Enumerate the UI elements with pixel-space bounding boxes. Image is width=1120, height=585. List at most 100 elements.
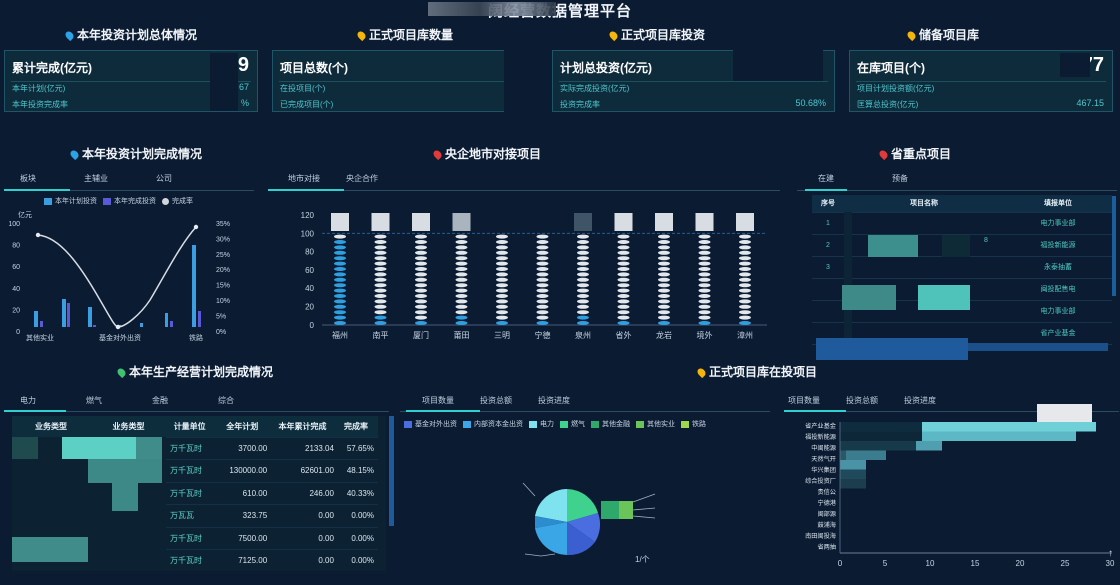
tab-company[interactable]: 公司 (156, 173, 172, 184)
table-row[interactable]: 万千瓦时 7125.00 0.00 0.00% (166, 549, 378, 571)
bar-head[interactable] (331, 213, 349, 231)
bar[interactable] (840, 431, 922, 442)
y-tick: 20 (305, 303, 314, 312)
horizontal-scrollbar[interactable] (968, 343, 1108, 351)
table-row[interactable]: 万千瓦时 3700.00 2133.04 57.65% (166, 437, 378, 460)
bar-head[interactable] (695, 213, 714, 231)
bar[interactable] (846, 450, 886, 461)
tab-power[interactable]: 电力 (20, 395, 36, 406)
bar[interactable] (840, 441, 916, 451)
bar-segment (577, 321, 589, 325)
bar[interactable] (922, 422, 1096, 432)
bar[interactable] (922, 431, 1076, 442)
pie-slice-outlier[interactable] (601, 501, 619, 519)
bar[interactable] (840, 460, 866, 470)
bar-segment (617, 315, 630, 320)
table-cell: 万千瓦时 (166, 437, 218, 460)
kpi-card-formal-count[interactable]: 项目总数(个) 2 在投项目(个) 已完成项目(个) 81 (272, 50, 538, 112)
bar-segment (415, 250, 427, 255)
bar-head[interactable] (371, 213, 390, 231)
pie-slice-outlier[interactable] (619, 501, 633, 519)
kpi-card-reserve[interactable]: 在库项目(个) 77 项目计划投资额(亿元) 匡算总投资(亿元) 467.15 (849, 50, 1113, 112)
bar-segment (698, 240, 711, 244)
bar[interactable] (840, 450, 846, 461)
bar-segment (334, 272, 346, 277)
location-pin-icon (355, 30, 368, 42)
kpi-sub-value: 467.15 (1076, 98, 1104, 108)
bar-segment (415, 304, 427, 309)
redacted-cell (12, 537, 88, 562)
bar[interactable] (40, 321, 43, 327)
redacted-bar (816, 338, 968, 360)
bar[interactable] (34, 311, 38, 327)
vertical-scrollbar[interactable] (1112, 196, 1116, 296)
kpi-card-annual[interactable]: 累计完成(亿元) 9 本年计划(亿元) 67 本年投资完成率 % (4, 50, 258, 112)
tab-underline (268, 190, 780, 191)
x-tick: 铁路 (189, 333, 203, 342)
table-row[interactable]: 万千瓦时 610.00 246.00 40.33% (166, 482, 378, 505)
tab-investment-progress[interactable]: 投资进度 (538, 395, 570, 406)
tab-central-soe[interactable]: 央企合作 (346, 173, 378, 184)
bar-segment (739, 234, 751, 239)
bar-head[interactable] (452, 213, 471, 231)
tab-sector[interactable]: 板块 (20, 173, 36, 184)
bar-head[interactable] (412, 213, 430, 231)
tab-preparing[interactable]: 预备 (892, 173, 908, 184)
table-row[interactable]: 3 永泰抽蓄 (812, 256, 1112, 279)
tab-project-count[interactable]: 项目数量 (422, 395, 454, 406)
bar[interactable] (198, 311, 201, 327)
legend-label: 内部资本金出资 (474, 421, 523, 428)
tab-finance[interactable]: 金融 (152, 395, 168, 406)
bar[interactable] (140, 323, 143, 327)
bar-segment (739, 294, 751, 298)
tab-gas[interactable]: 燃气 (86, 395, 102, 406)
legend-swatch (463, 420, 471, 428)
table-cell: 万瓦瓦 (166, 504, 218, 528)
bar[interactable] (840, 479, 866, 489)
table-row[interactable]: 万瓦瓦 323.75 0.00 0.00% (166, 504, 378, 528)
bar[interactable] (916, 441, 942, 451)
bar[interactable] (170, 321, 173, 327)
bar-segment (577, 234, 589, 239)
bar[interactable] (62, 299, 66, 327)
table-cell: 0.00 (271, 549, 338, 571)
tab-investment-progress[interactable]: 投资进度 (904, 395, 936, 406)
table-cell: 3700.00 (217, 437, 272, 460)
bar-segment (739, 240, 751, 244)
vertical-scrollbar[interactable] (389, 416, 394, 526)
bar-segment (496, 245, 508, 250)
kpi-card-formal-invest[interactable]: 计划总投资(亿元) 实际完成投资(亿元) 投资完成率 50.68% (552, 41, 835, 112)
bar-head[interactable] (736, 213, 754, 231)
table-cell: 7125.00 (217, 549, 272, 571)
bar[interactable] (840, 469, 866, 480)
bar[interactable] (67, 303, 70, 327)
redacted-cell (88, 459, 162, 483)
table-row[interactable]: 1 电力事业部 (812, 212, 1112, 235)
bar-segment (617, 310, 630, 315)
table-row[interactable]: 万千瓦时 130000.00 62601.00 48.15% (166, 459, 378, 483)
tab-investment-total[interactable]: 投资总额 (846, 395, 878, 406)
bar-head[interactable] (655, 213, 673, 231)
legend-swatch (404, 420, 412, 428)
tab-under-construction[interactable]: 在建 (818, 173, 834, 184)
bar-segment (658, 294, 670, 298)
bar[interactable] (192, 245, 196, 327)
bar[interactable] (93, 325, 96, 327)
table-row[interactable]: 万千瓦时 7500.00 0.00 0.00% (166, 527, 378, 550)
tab-project-count[interactable]: 项目数量 (788, 395, 820, 406)
tab-main-aux[interactable]: 主辅业 (84, 173, 108, 184)
bar[interactable] (88, 307, 92, 327)
y-tick: 闽部源 (817, 510, 836, 518)
x-tick: 厦门 (413, 330, 429, 340)
bar-segment (374, 294, 387, 298)
tab-investment-total[interactable]: 投资总额 (480, 395, 512, 406)
tab-city[interactable]: 地市对接 (288, 173, 320, 184)
location-pin-icon (63, 30, 76, 42)
table-cell: 323.75 (217, 504, 272, 528)
bar-segment (617, 261, 630, 266)
bar-head[interactable] (574, 213, 592, 231)
bar[interactable] (840, 422, 922, 432)
bar-head[interactable] (614, 213, 633, 231)
tab-comprehensive[interactable]: 综合 (218, 395, 234, 406)
bar[interactable] (165, 313, 168, 327)
